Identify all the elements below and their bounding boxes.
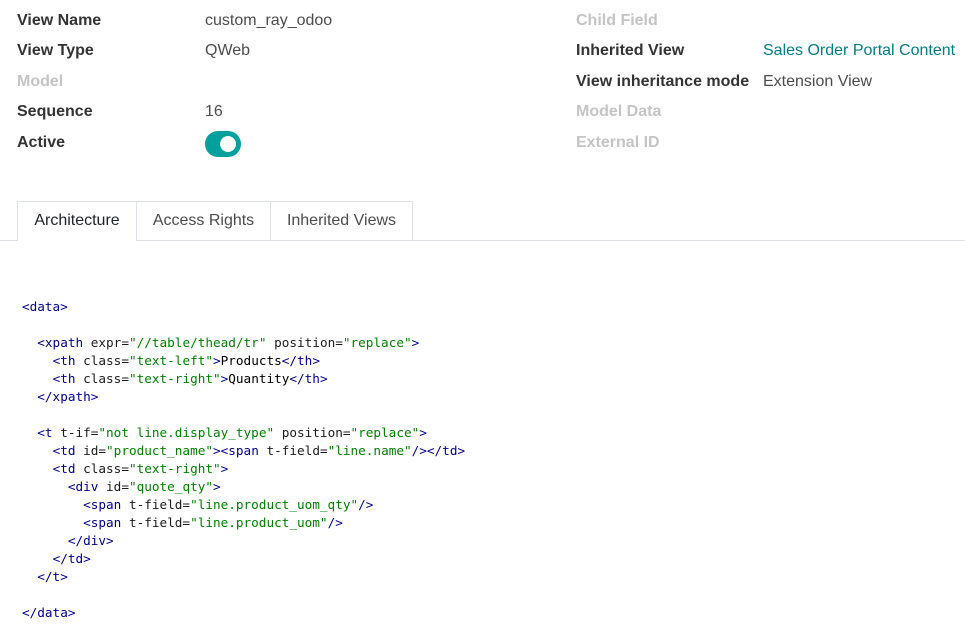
- view-name-value[interactable]: custom_ray_odoo: [205, 9, 332, 33]
- sequence-label: Sequence: [17, 103, 93, 120]
- external-id-label: External ID: [576, 134, 660, 151]
- model-label: Model: [17, 73, 64, 90]
- code-line: ​: [22, 406, 465, 424]
- code-line: </td>: [52, 551, 91, 566]
- code-line: ​: [22, 316, 465, 334]
- code-line: </data>: [22, 605, 76, 620]
- active-label: Active: [17, 134, 66, 151]
- child-field-label: Child Field: [576, 12, 658, 29]
- inherited-view-label: Inherited View: [576, 42, 685, 59]
- model-data-label: Model Data: [576, 103, 662, 120]
- inherited-view-link[interactable]: Sales Order Portal Content: [763, 39, 955, 63]
- code-line: <td id="product_name"><span t-field="lin…: [52, 443, 466, 458]
- inheritance-mode-label: View inheritance mode: [576, 73, 750, 90]
- active-toggle[interactable]: [205, 131, 241, 157]
- code-line: <span t-field="line.product_uom_qty"/>: [83, 497, 374, 512]
- code-line: <th class="text-left">Products</th>: [52, 353, 320, 368]
- code-line: </div>: [67, 533, 114, 548]
- code-line: <data>: [22, 299, 68, 314]
- inheritance-mode-value[interactable]: Extension View: [763, 70, 872, 94]
- code-line: </t>: [37, 569, 68, 584]
- code-line: <td class="text-right">: [52, 461, 229, 476]
- tab-access-rights[interactable]: Access Rights: [136, 201, 271, 240]
- code-line: <span t-field="line.product_uom"/>: [83, 515, 343, 530]
- code-line: <th class="text-right">Quantity</th>: [52, 371, 328, 386]
- toggle-knob: [220, 136, 236, 152]
- code-line: </xpath>: [37, 389, 99, 404]
- view-type-value[interactable]: QWeb: [205, 39, 250, 63]
- tab-architecture[interactable]: Architecture: [17, 201, 137, 241]
- code-line: <t t-if="not line.display_type" position…: [37, 425, 427, 440]
- tabs-divider: [0, 240, 965, 241]
- arch-code-editor[interactable]: <data> ​ <xpath expr="//table/thead/tr" p…: [22, 298, 465, 622]
- code-line: ​: [22, 586, 465, 604]
- code-line: <div id="quote_qty">: [67, 479, 221, 494]
- view-name-label: View Name: [17, 12, 102, 29]
- tab-inherited-views[interactable]: Inherited Views: [270, 201, 413, 240]
- view-type-label: View Type: [17, 42, 94, 59]
- code-line: <xpath expr="//table/thead/tr" position=…: [37, 335, 420, 350]
- sequence-value[interactable]: 16: [205, 100, 223, 124]
